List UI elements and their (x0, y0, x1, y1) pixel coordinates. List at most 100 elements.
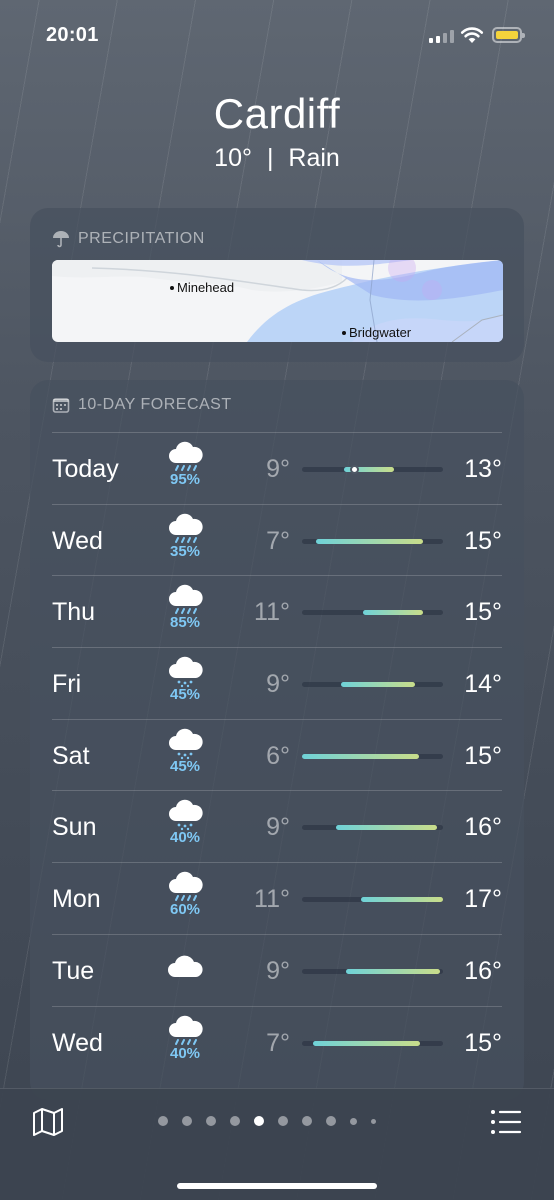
high-temperature: 15° (464, 526, 502, 555)
forecast-row: Sat 45% 6° 15° (52, 718, 502, 791)
battery-icon (492, 27, 525, 43)
list-icon[interactable] (490, 1109, 522, 1135)
weather-condition: 95% (160, 441, 210, 488)
weather-condition: 40% (160, 1015, 210, 1062)
current-condition: Rain (288, 144, 340, 172)
temperature-range-bar (341, 682, 415, 688)
page-dot[interactable] (182, 1116, 192, 1126)
temperature-range-bar (313, 1040, 421, 1046)
forecast-title: 10-DAY FORECAST (52, 396, 232, 414)
forecast-day: Tue (52, 956, 95, 985)
precipitation-card[interactable]: PRECIPITATION Minehead Bridgwater (30, 208, 524, 362)
weather-condition: 35% (160, 513, 210, 560)
city-name: Cardiff (213, 90, 341, 137)
high-temperature: 14° (464, 670, 502, 699)
cloud-icon (160, 951, 210, 983)
map-label-minehead: Minehead (170, 280, 234, 295)
forecast-row: Wed 35% 7° 15° (52, 503, 502, 576)
weather-condition: 85% (160, 584, 210, 631)
drizzle-cloud-icon (160, 728, 210, 760)
current-temperature: 10° (214, 144, 252, 172)
low-temperature: 9° (266, 813, 290, 842)
cellular-signal-icon (429, 30, 454, 43)
weather-condition: 45% (160, 656, 210, 703)
forecast-day: Today (52, 455, 119, 483)
precipitation-chance: 40% (169, 1044, 201, 1062)
precipitation-chance: 60% (169, 901, 201, 919)
forecast-row: Mon 60% 11° 17° (52, 862, 502, 934)
weather-condition: 40% (160, 799, 210, 846)
forecast-row: Thu 85% 11° 15° (52, 575, 502, 647)
temperature-range-track (302, 753, 443, 759)
low-temperature: 9° (266, 956, 290, 985)
radar-overlay (52, 260, 503, 342)
low-temperature: 6° (266, 741, 290, 770)
forecast-row: Fri 45% 9° 14° (52, 647, 502, 719)
page-dot[interactable] (302, 1116, 312, 1126)
weather-condition: 45% (160, 728, 210, 775)
forecast-day: Sat (52, 741, 90, 770)
high-temperature: 15° (464, 1028, 502, 1057)
forecast-row: Today 95% 9° 13° (52, 432, 502, 504)
high-temperature: 16° (464, 813, 502, 842)
map-icon[interactable] (32, 1107, 64, 1137)
page-dot[interactable] (350, 1117, 357, 1125)
page-dot[interactable] (326, 1116, 336, 1126)
forecast-day: Thu (52, 598, 96, 627)
low-temperature: 11° (254, 598, 290, 627)
temperature-range-track (302, 825, 443, 831)
precipitation-chance: 85% (169, 614, 201, 632)
location-header: Cardiff 10° | Rain (0, 90, 554, 173)
high-temperature: 15° (464, 741, 502, 770)
forecast-title-text: 10-DAY FORECAST (78, 396, 232, 413)
weather-condition: 60% (160, 871, 210, 918)
rain-cloud-icon (160, 441, 210, 473)
temperature-range-bar (316, 538, 424, 544)
bottom-toolbar (0, 1088, 554, 1200)
precipitation-chance: 35% (169, 542, 201, 560)
temperature-range-bar (335, 825, 438, 831)
calendar-icon (52, 398, 70, 413)
rain-cloud-icon (160, 513, 210, 545)
page-dot[interactable] (371, 1118, 376, 1124)
weather-condition (160, 943, 210, 983)
forecast-row: Tue 9° 16° (52, 933, 502, 1006)
precipitation-chance: 95% (169, 471, 201, 488)
forecast-day: Wed (52, 1028, 103, 1057)
drizzle-cloud-icon (160, 799, 210, 831)
page-dot[interactable] (254, 1116, 264, 1126)
forecast-day: Wed (52, 526, 103, 555)
forecast-row: Wed 40% 7° 15° (52, 1005, 502, 1078)
temperature-range-track (302, 610, 443, 616)
forecast-row: Sun 40% 9° 16° (52, 790, 502, 862)
precipitation-map[interactable]: Minehead Bridgwater (52, 260, 503, 342)
home-indicator[interactable] (177, 1183, 377, 1189)
temperature-range-bar (362, 610, 424, 616)
page-dot[interactable] (230, 1116, 240, 1126)
summary-separator: | (266, 144, 274, 172)
precipitation-chance: 45% (169, 757, 201, 775)
drizzle-cloud-icon (160, 656, 210, 688)
low-temperature: 7° (266, 526, 290, 555)
map-label-bridgwater: Bridgwater (342, 325, 411, 340)
forecast-rows: Today 95% 9° 13° Wed 35% 7° 15° Thu 85% 11° 15° Fri 4… (52, 432, 502, 1077)
high-temperature: 16° (464, 956, 502, 985)
page-dot[interactable] (278, 1116, 288, 1126)
temperature-range-bar (302, 753, 420, 759)
low-temperature: 7° (266, 1028, 290, 1057)
current-temperature-marker (350, 465, 360, 474)
page-dot[interactable] (158, 1116, 168, 1126)
status-time: 20:01 (46, 24, 99, 46)
temperature-range-bar (345, 968, 441, 974)
forecast-day: Fri (52, 670, 82, 699)
page-dot[interactable] (206, 1116, 216, 1126)
high-temperature: 15° (464, 598, 502, 627)
temperature-range-track (302, 897, 443, 903)
temperature-range-track (302, 682, 443, 688)
precipitation-title-text: PRECIPITATION (78, 230, 205, 247)
precipitation-title: PRECIPITATION (52, 230, 205, 248)
rain-cloud-icon (160, 584, 210, 616)
high-temperature: 13° (464, 455, 502, 483)
ten-day-forecast-card[interactable]: 10-DAY FORECAST Today 95% 9° 13° Wed 35% 7° 15°… (30, 380, 524, 1100)
page-indicator[interactable] (158, 1116, 376, 1126)
